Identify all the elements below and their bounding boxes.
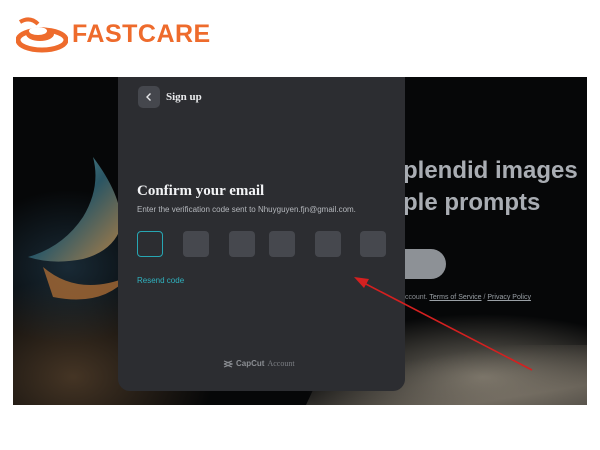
- terms-link[interactable]: Terms of Service: [429, 294, 481, 301]
- code-input-3[interactable]: [229, 231, 255, 257]
- capcut-account-footer: CapCut Account: [223, 359, 295, 368]
- capcut-logo-icon: [223, 359, 233, 368]
- legal-prefix: ccount.: [405, 294, 428, 301]
- hero-heading-line-2: ple prompts: [403, 189, 541, 216]
- confirm-email-heading: Confirm your email: [137, 183, 265, 199]
- verification-description: Enter the verification code sent to Nhuy…: [137, 205, 356, 214]
- screenshot-area: plendid images ple prompts ccount. Terms…: [13, 77, 587, 405]
- code-input-2[interactable]: [183, 231, 209, 257]
- abstract-sculpture-image: [28, 157, 128, 300]
- legal-separator: /: [483, 294, 486, 301]
- fastcare-logo: FASTCARE: [16, 14, 211, 54]
- code-input-6[interactable]: [360, 231, 386, 257]
- back-button[interactable]: [138, 86, 160, 108]
- account-label: Account: [267, 359, 295, 368]
- code-input-5[interactable]: [315, 231, 341, 257]
- capcut-brand-name: CapCut: [236, 359, 265, 368]
- fastcare-logo-text: FASTCARE: [72, 19, 211, 48]
- hero-heading-line-1: plendid images: [403, 157, 578, 184]
- resend-code-link[interactable]: Resend code: [137, 276, 184, 285]
- legal-text: ccount. Terms of Service / Privacy Polic…: [405, 294, 531, 301]
- signup-title: Sign up: [166, 91, 202, 103]
- fastcare-swirl-icon: [16, 17, 68, 53]
- confirm-email-modal: Sign up Confirm your email Enter the ver…: [118, 77, 405, 391]
- chevron-left-icon: [146, 93, 151, 101]
- privacy-link[interactable]: Privacy Policy: [487, 294, 531, 301]
- code-input-4[interactable]: [269, 231, 295, 257]
- code-input-1[interactable]: [137, 231, 163, 257]
